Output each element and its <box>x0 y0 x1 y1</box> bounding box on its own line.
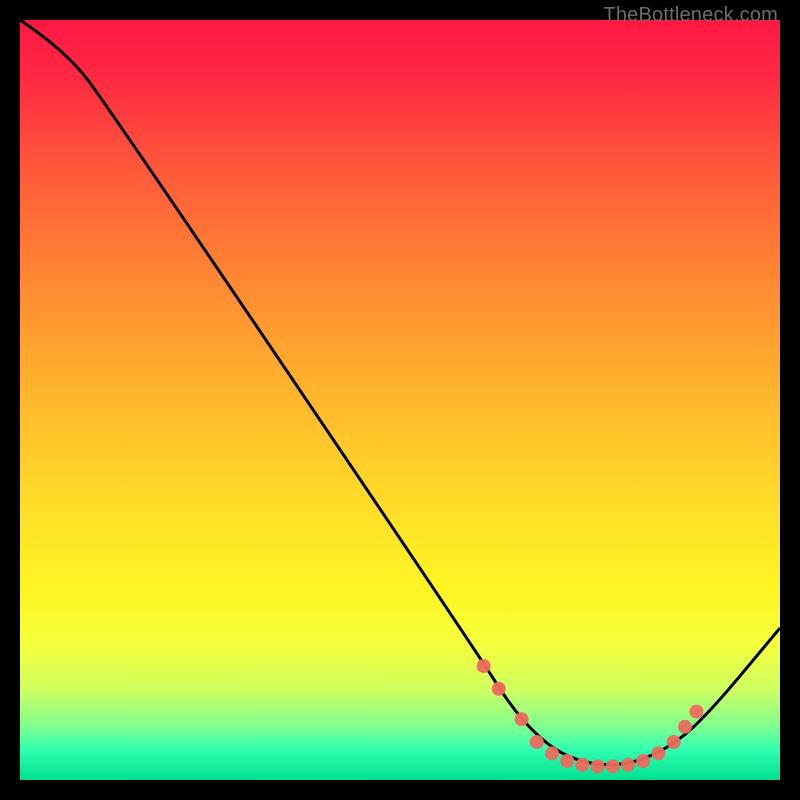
data-points-group <box>477 659 704 773</box>
data-point <box>689 705 703 719</box>
bottleneck-curve <box>20 20 780 765</box>
data-point <box>606 759 620 773</box>
data-point <box>667 735 681 749</box>
data-point <box>621 758 635 772</box>
chart-container: TheBottleneck.com <box>0 0 800 800</box>
data-point <box>636 754 650 768</box>
data-point <box>492 682 506 696</box>
data-point <box>477 659 491 673</box>
data-point <box>591 759 605 773</box>
data-point <box>515 712 529 726</box>
data-point <box>545 746 559 760</box>
data-point <box>530 735 544 749</box>
data-point <box>678 720 692 734</box>
data-point <box>560 754 574 768</box>
data-point <box>575 758 589 772</box>
curve-layer <box>20 20 780 780</box>
data-point <box>651 746 665 760</box>
